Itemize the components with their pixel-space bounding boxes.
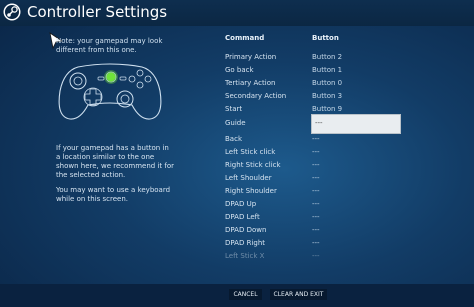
command-label: Secondary Action <box>225 92 287 100</box>
mapping-row-tertiary-action[interactable]: Tertiary Action Button 0 <box>225 77 405 89</box>
mapping-row-dpad-right[interactable]: DPAD Right --- <box>225 237 405 249</box>
mapping-row-left-stick-click[interactable]: Left Stick click --- <box>225 146 405 158</box>
gamepad-note: Note: your gamepad may look different fr… <box>56 37 163 54</box>
mapping-row-dpad-down[interactable]: DPAD Down --- <box>225 224 405 236</box>
command-label: DPAD Right <box>225 239 266 247</box>
title-bar: Controller Settings <box>0 0 474 26</box>
location-hint-text: If your gamepad has a button in a locati… <box>56 144 174 179</box>
mapping-row-secondary-action[interactable]: Secondary Action Button 3 <box>225 90 405 102</box>
button-value: --- <box>312 161 320 169</box>
command-label: Go back <box>225 66 254 74</box>
button-value: --- <box>312 226 320 234</box>
button-value: Button 0 <box>312 79 343 87</box>
button-value: --- <box>312 200 320 208</box>
mapping-row-right-shoulder[interactable]: Right Shoulder --- <box>225 185 405 197</box>
command-label: DPAD Up <box>225 200 257 208</box>
button-value: --- <box>312 187 320 195</box>
mapping-row-back[interactable]: Back --- <box>225 133 405 145</box>
button-value: --- <box>312 174 320 182</box>
gamepad-illustration <box>58 63 162 120</box>
button-input-field[interactable] <box>311 114 401 134</box>
button-value: --- <box>312 213 320 221</box>
command-label: DPAD Left <box>225 213 260 221</box>
command-label: Primary Action <box>225 53 277 61</box>
button-value: --- <box>312 239 320 247</box>
command-label: Guide <box>225 119 246 127</box>
command-label: Right Stick click <box>225 161 281 169</box>
button-value: Button 9 <box>312 105 343 113</box>
command-label: DPAD Down <box>225 226 267 234</box>
command-label: Start <box>225 105 243 113</box>
command-label: Right Shoulder <box>225 187 277 195</box>
steam-logo-icon <box>3 3 21 21</box>
column-header-button: Button <box>312 34 339 42</box>
button-value: --- <box>312 148 320 156</box>
keyboard-hint-text: You may want to use a keyboard while on … <box>56 186 171 203</box>
button-value: --- <box>312 252 320 260</box>
page-title: Controller Settings <box>27 3 168 21</box>
mapping-row-dpad-up[interactable]: DPAD Up --- <box>225 198 405 210</box>
command-label: Tertiary Action <box>225 79 276 87</box>
mapping-row-dpad-left[interactable]: DPAD Left --- <box>225 211 405 223</box>
button-value: --- <box>315 119 323 127</box>
button-value: Button 3 <box>312 92 343 100</box>
button-value: Button 2 <box>312 53 343 61</box>
command-label: Left Stick click <box>225 148 276 156</box>
cancel-button[interactable]: CANCEL <box>229 289 262 300</box>
mapping-row-left-stick-x[interactable]: Left Stick X --- <box>225 250 405 262</box>
mapping-row-guide[interactable]: Guide --- <box>225 114 405 134</box>
command-label: Left Shoulder <box>225 174 272 182</box>
button-value: Button 1 <box>312 66 343 74</box>
mapping-row-right-stick-click[interactable]: Right Stick click --- <box>225 159 405 171</box>
clear-and-exit-button[interactable]: CLEAR AND EXIT <box>270 289 327 300</box>
mapping-row-primary-action[interactable]: Primary Action Button 2 <box>225 51 405 63</box>
mapping-row-left-shoulder[interactable]: Left Shoulder --- <box>225 172 405 184</box>
button-value: --- <box>312 135 320 143</box>
command-label: Back <box>225 135 242 143</box>
mapping-row-go-back[interactable]: Go back Button 1 <box>225 64 405 76</box>
column-header-command: Command <box>225 34 265 42</box>
command-label: Left Stick X <box>225 252 265 260</box>
